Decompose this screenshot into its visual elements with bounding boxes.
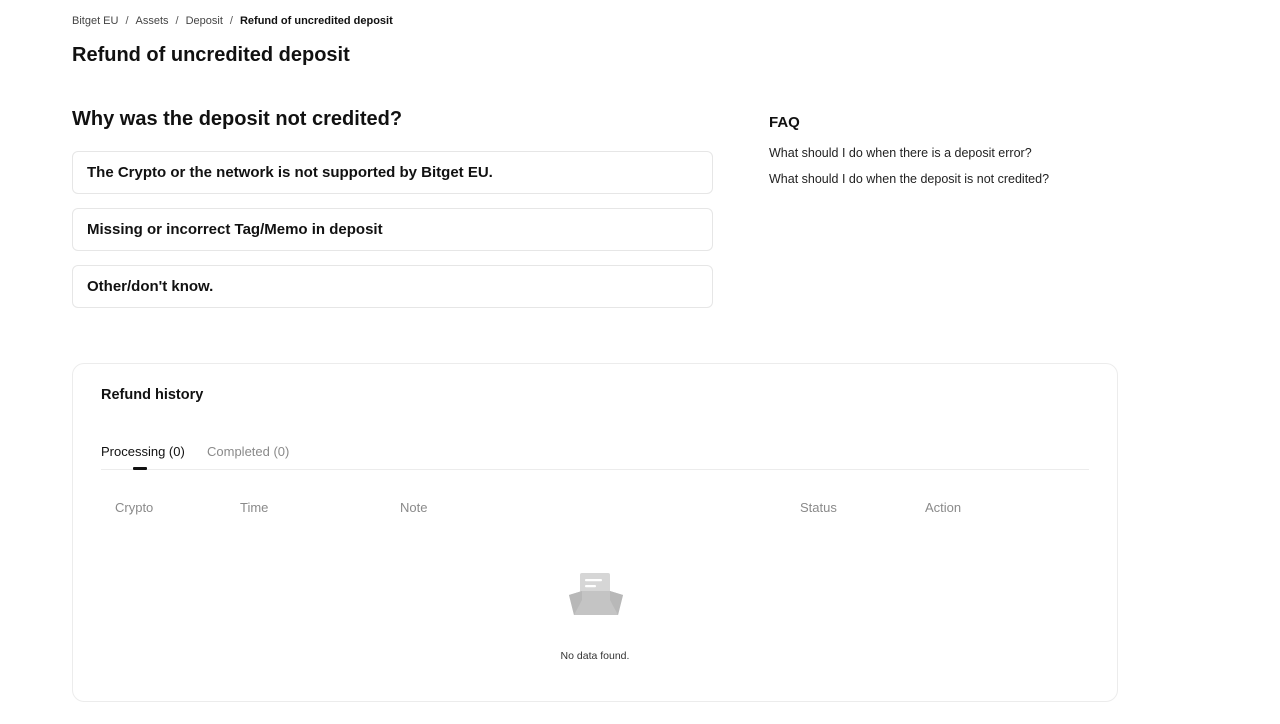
column-header-crypto: Crypto <box>115 500 154 515</box>
breadcrumb-separator: / <box>125 15 129 27</box>
breadcrumb-bitget-eu[interactable]: Bitget EU <box>72 15 118 27</box>
column-header-time: Time <box>240 500 269 515</box>
empty-document-icon <box>569 573 623 615</box>
breadcrumb-separator: / <box>175 15 179 27</box>
page-title: Refund of uncredited deposit <box>72 44 350 66</box>
refund-history-tabs: Processing (0) Completed (0) <box>101 436 1089 470</box>
reason-option-missing-tag-memo[interactable]: Missing or incorrect Tag/Memo in deposit <box>72 208 713 251</box>
empty-state-text: No data found. <box>560 650 630 662</box>
column-header-status: Status <box>800 500 837 515</box>
active-tab-indicator <box>133 467 147 470</box>
breadcrumb-deposit[interactable]: Deposit <box>186 15 223 27</box>
faq-title: FAQ <box>769 114 800 131</box>
breadcrumb: Bitget EU / Assets / Deposit / Refund of… <box>72 13 393 29</box>
column-header-note: Note <box>400 500 428 515</box>
tab-completed[interactable]: Completed (0) <box>207 444 289 459</box>
faq-link-deposit-error[interactable]: What should I do when there is a deposit… <box>769 146 1032 160</box>
tab-processing[interactable]: Processing (0) <box>101 444 185 459</box>
why-section-title: Why was the deposit not credited? <box>72 108 403 130</box>
refund-history-card: Refund history Processing (0) Completed … <box>72 363 1118 702</box>
reason-option-unsupported-crypto[interactable]: The Crypto or the network is not support… <box>72 151 713 194</box>
refund-history-title: Refund history <box>101 387 204 403</box>
reason-option-other[interactable]: Other/don't know. <box>72 265 713 308</box>
breadcrumb-assets[interactable]: Assets <box>136 15 169 27</box>
breadcrumb-current: Refund of uncredited deposit <box>239 15 393 27</box>
breadcrumb-separator: / <box>229 15 233 27</box>
column-header-action: Action <box>925 500 962 515</box>
faq-link-deposit-not-credited[interactable]: What should I do when the deposit is not… <box>769 172 1049 186</box>
